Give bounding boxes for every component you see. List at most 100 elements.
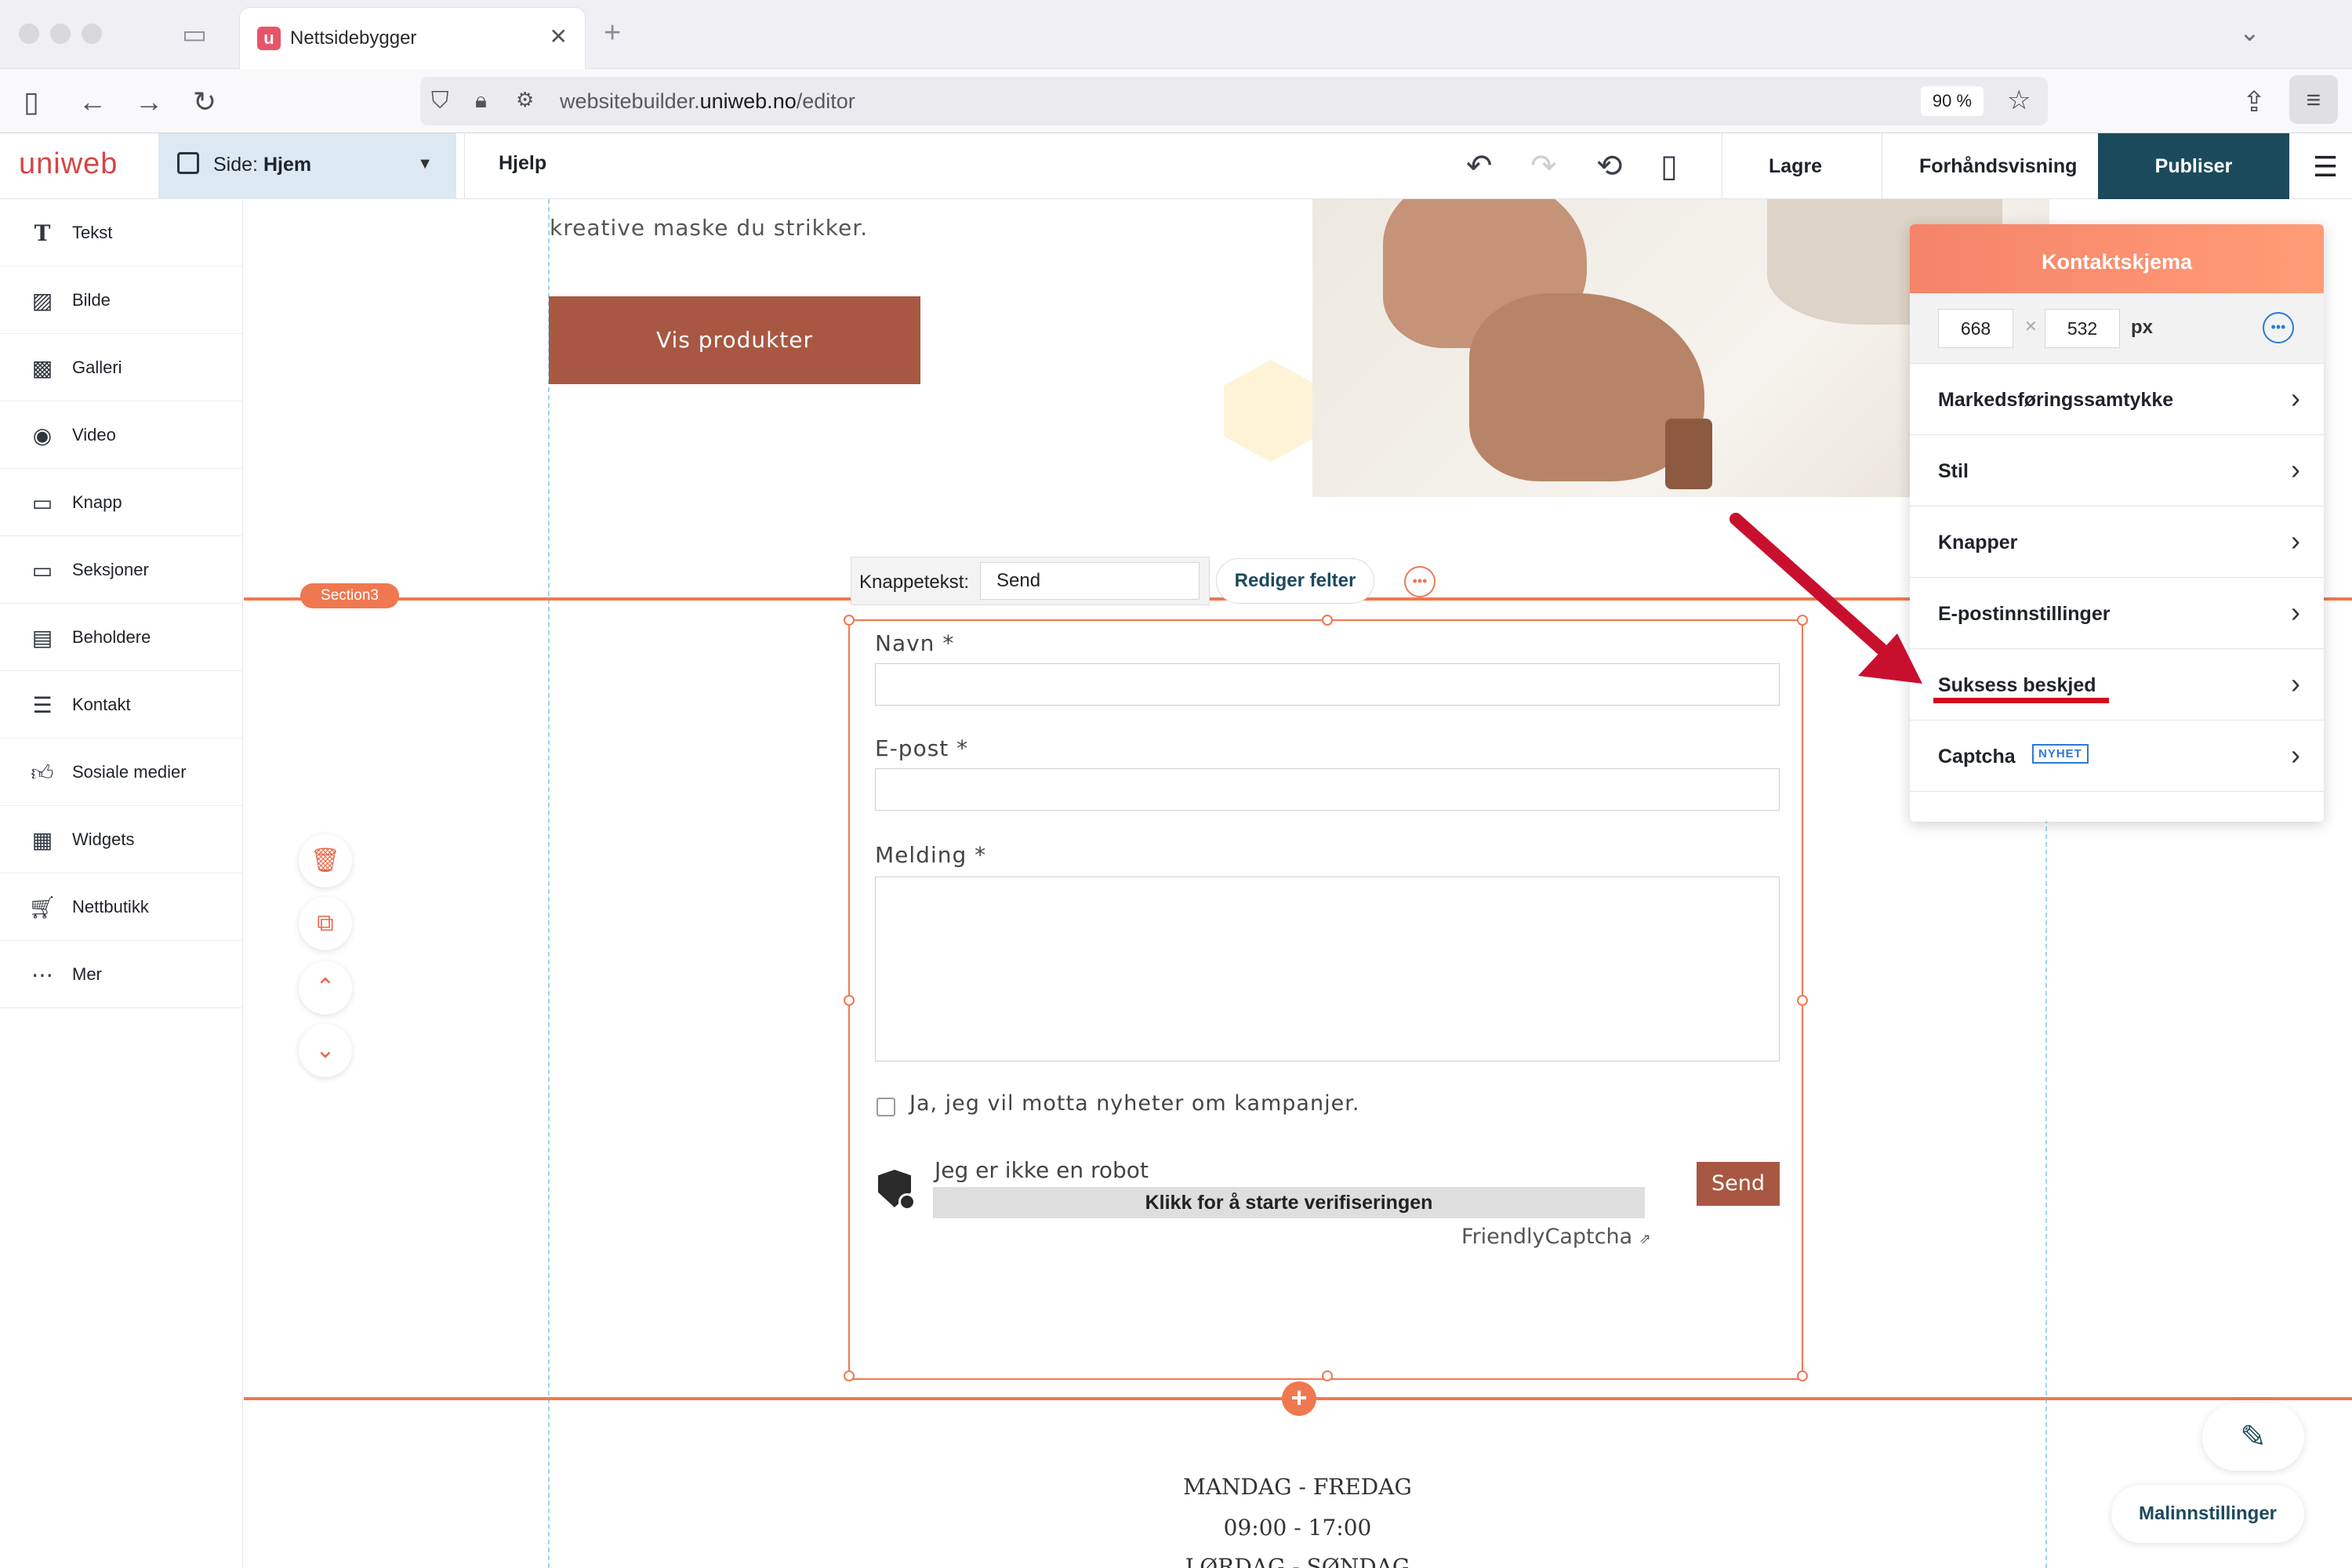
resize-handle[interactable] <box>1797 995 1808 1006</box>
sidebar-item-sosiale-medier[interactable]: 👍︎ Sosiale medier <box>0 739 243 806</box>
url-text[interactable]: websitebuilder.uniweb.no/editor <box>560 89 855 114</box>
mobile-preview-icon[interactable]: ▯ <box>1661 149 1678 183</box>
size-more-icon[interactable]: ••• <box>2263 312 2294 343</box>
video-icon: ◉ <box>32 423 53 448</box>
tab-overview-icon[interactable]: ▭ <box>182 19 207 50</box>
panel-item-knapper[interactable]: Knapper › <box>1910 506 2324 578</box>
name-input[interactable] <box>875 663 1780 706</box>
duplicate-icon[interactable]: ⧉ <box>299 897 352 950</box>
resize-handle[interactable] <box>1797 1370 1808 1381</box>
back-icon[interactable]: ← <box>78 86 107 118</box>
width-input[interactable]: 668 <box>1938 309 2013 348</box>
lock-icon[interactable]: 🔒︎ <box>475 88 487 114</box>
panel-item-captcha[interactable]: Captcha NYHET › <box>1910 720 2324 792</box>
forward-icon[interactable]: → <box>135 86 163 118</box>
sidebar-item-mer[interactable]: ⋯ Mer <box>0 941 243 1008</box>
section-tag[interactable]: Section3 <box>300 583 399 608</box>
sidebar-item-label: Nettbutikk <box>72 897 149 916</box>
chevron-right-icon: › <box>2291 596 2300 628</box>
panel-item-label: Suksess beskjed <box>1938 674 2096 696</box>
history-icon[interactable]: ⟲ <box>1596 149 1623 183</box>
tab-close-icon[interactable]: ✕ <box>550 25 568 49</box>
guide-line <box>548 199 550 1568</box>
palette-icon[interactable]: ✎ <box>2202 1403 2304 1471</box>
sidebar-item-label: Mer <box>72 964 102 984</box>
sidebar-item-video[interactable]: ◉ Video <box>0 401 243 469</box>
preview-button[interactable]: Forhåndsvisning <box>1919 155 2077 178</box>
panel-item-stil[interactable]: Stil › <box>1910 435 2324 506</box>
gallery-icon: ▩ <box>31 356 53 380</box>
panel-item-markedsføringssamtykke[interactable]: Markedsføringssamtykke › <box>1910 364 2324 435</box>
extensions-icon[interactable]: ⇪ <box>2242 86 2266 118</box>
newsletter-checkbox[interactable] <box>877 1098 895 1116</box>
captcha-brand-link[interactable]: FriendlyCaptcha ⇗ <box>1461 1225 1651 1249</box>
undo-icon[interactable]: ↶ <box>1466 149 1493 183</box>
template-settings-button[interactable]: Malinnstillinger <box>2111 1485 2304 1543</box>
edit-fields-button[interactable]: Rediger felter <box>1216 558 1374 604</box>
zoom-level[interactable]: 90 % <box>1921 86 1984 116</box>
publish-button[interactable]: Publiser <box>2098 133 2289 199</box>
sidebar-item-nettbutikk[interactable]: 🛒︎ Nettbutikk <box>0 873 243 941</box>
help-link[interactable]: Hjelp <box>499 152 546 175</box>
site-settings-icon[interactable]: ⚙ <box>516 88 534 112</box>
captcha-verify-button[interactable]: Klikk for å starte verifiseringen <box>933 1187 1645 1218</box>
new-tab-icon[interactable]: + <box>604 17 621 49</box>
add-section-icon[interactable]: + <box>1282 1381 1316 1416</box>
page-selector[interactable]: Side: Hjem ▼ <box>158 133 456 199</box>
sidebar-item-kontakt[interactable]: ☰ Kontakt <box>0 671 243 739</box>
resize-handle[interactable] <box>844 995 855 1006</box>
button-text-input[interactable]: Send <box>980 562 1200 600</box>
redo-icon[interactable]: ↷ <box>1530 149 1557 183</box>
panel-item-label: Markedsføringssamtykke <box>1938 389 2174 411</box>
message-textarea[interactable] <box>875 877 1780 1062</box>
sidebar-item-bilde[interactable]: ▨ Bilde <box>0 267 243 334</box>
caret-down-icon: ▼ <box>417 155 433 172</box>
hamburger-menu-icon[interactable]: ☰ <box>2313 151 2338 183</box>
weekend-heading[interactable]: LØRDAG - SØNDAG <box>1102 1554 1494 1568</box>
hours-time[interactable]: 09:00 - 17:00 <box>1102 1515 1494 1541</box>
resize-handle[interactable] <box>1322 1370 1333 1381</box>
save-button[interactable]: Lagre <box>1769 155 1822 178</box>
sidebar-item-widgets[interactable]: ▦ Widgets <box>0 806 243 873</box>
shield-icon[interactable]: ⛉ <box>431 88 449 114</box>
hero-text[interactable]: kreative maske du strikker. <box>550 215 868 241</box>
panel-item-suksess-beskjed[interactable]: Suksess beskjed › <box>1910 649 2324 720</box>
tab-list-chevron-icon[interactable]: ⌄ <box>2239 17 2260 47</box>
bookmark-star-icon[interactable]: ☆ <box>2007 85 2031 116</box>
more-options-icon[interactable]: ••• <box>1404 566 1436 597</box>
sidebar-item-tekst[interactable]: T Tekst <box>0 199 243 267</box>
window-zoom-dot[interactable] <box>82 24 102 44</box>
resize-handle[interactable] <box>844 615 855 626</box>
height-input[interactable]: 532 <box>2045 309 2120 348</box>
sidebar-item-beholdere[interactable]: ▤ Beholdere <box>0 604 243 671</box>
move-down-icon[interactable]: ⌄ <box>299 1024 352 1077</box>
resize-handle[interactable] <box>1322 615 1333 626</box>
panel-item-e-postinnstillinger[interactable]: E-postinnstillinger › <box>1910 578 2324 649</box>
browser-tab[interactable]: u Nettsidebygger ✕ <box>240 8 585 69</box>
reload-icon[interactable]: ↻ <box>193 86 216 118</box>
delete-trash-icon[interactable]: 🗑︎ <box>299 834 352 887</box>
contact-icon: ☰ <box>32 693 53 717</box>
browser-menu-icon[interactable]: ≡ <box>2289 75 2338 124</box>
address-bar[interactable]: ⛉ 🔒︎ ⚙ websitebuilder.uniweb.no/editor 9… <box>420 77 2048 125</box>
sidebar-item-knapp[interactable]: ▭ Knapp <box>0 469 243 536</box>
move-up-icon[interactable]: ⌃ <box>299 961 352 1014</box>
uniweb-logo[interactable]: uniweb <box>19 147 118 181</box>
send-button[interactable]: Send <box>1697 1162 1780 1206</box>
sidebar-toggle-icon[interactable]: ▯ <box>24 86 39 118</box>
container-icon: ▤ <box>31 626 53 650</box>
contact-form[interactable]: Navn * E-post * Melding * Ja, jeg vil mo… <box>844 615 1808 1381</box>
button-icon: ▭ <box>31 491 53 515</box>
chevron-right-icon: › <box>2291 453 2300 485</box>
times-icon: ✕ <box>2024 318 2038 336</box>
size-row: 668 ✕ 532 px ••• <box>1910 293 2324 364</box>
sidebar-item-galleri[interactable]: ▩ Galleri <box>0 334 243 401</box>
sidebar-item-seksjoner[interactable]: ▭ Seksjoner <box>0 536 243 604</box>
hours-heading[interactable]: MANDAG - FREDAG <box>1102 1474 1494 1500</box>
hexagon-shape[interactable] <box>1224 360 1318 462</box>
window-close-dot[interactable] <box>19 24 39 44</box>
resize-handle[interactable] <box>844 1370 855 1381</box>
vis-produkter-button[interactable]: Vis produkter <box>549 296 920 384</box>
email-input[interactable] <box>875 768 1780 811</box>
window-minimize-dot[interactable] <box>50 24 71 44</box>
